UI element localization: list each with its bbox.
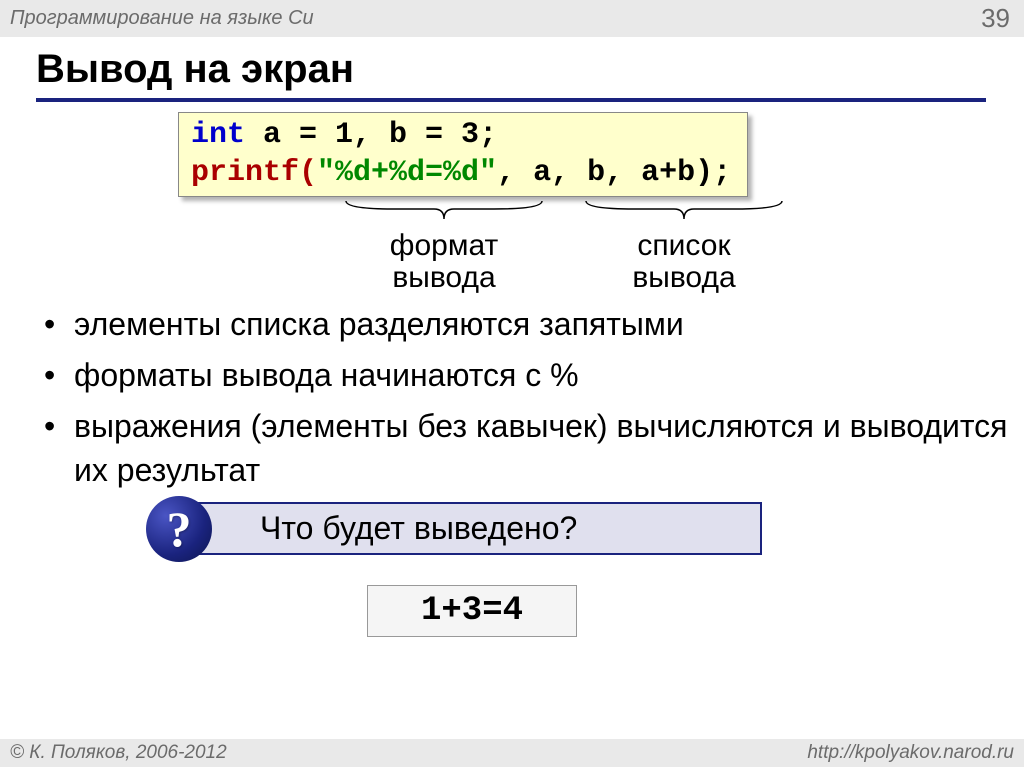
brace-label-format: формат вывода — [344, 230, 544, 293]
code-example: int a = 1, b = 3; printf("%d+%d=%d", a, … — [178, 112, 1024, 197]
list-item: элементы списка разделяются запятыми — [44, 303, 1024, 346]
brace-annotations: формат вывода список вывода — [178, 199, 1024, 291]
brace-icon — [584, 199, 784, 223]
list-item: форматы вывода начинаются с % — [44, 354, 1024, 397]
question-icon: ? — [146, 496, 212, 562]
bullet-list: элементы списка разделяются запятыми фор… — [44, 303, 1024, 492]
brace-icon — [344, 199, 544, 223]
list-item: выражения (элементы без кавычек) вычисля… — [44, 405, 1024, 491]
code-line2-rest: , a, b, a+b); — [497, 156, 731, 190]
footer: © К. Поляков, 2006-2012 http://kpolyakov… — [0, 739, 1024, 767]
brace-label-list: список вывода — [584, 230, 784, 293]
result-output: 1+3=4 — [367, 585, 577, 637]
code-format-string: "%d+%d=%d" — [317, 156, 497, 190]
course-title: Программирование на языке Си — [10, 7, 314, 30]
code-keyword-int: int — [191, 118, 245, 152]
code-line1-rest: a = 1, b = 3; — [245, 118, 497, 152]
question-text: Что будет выведено? — [260, 510, 577, 546]
footer-url: http://kpolyakov.narod.ru — [807, 742, 1014, 764]
footer-copyright: © К. Поляков, 2006-2012 — [10, 742, 227, 764]
page-number: 39 — [981, 3, 1010, 34]
code-fn-printf: printf( — [191, 156, 317, 190]
question-callout: ? Что будет выведено? — [182, 502, 762, 555]
slide-title: Вывод на экран — [36, 47, 986, 102]
topbar: Программирование на языке Си 39 — [0, 0, 1024, 37]
